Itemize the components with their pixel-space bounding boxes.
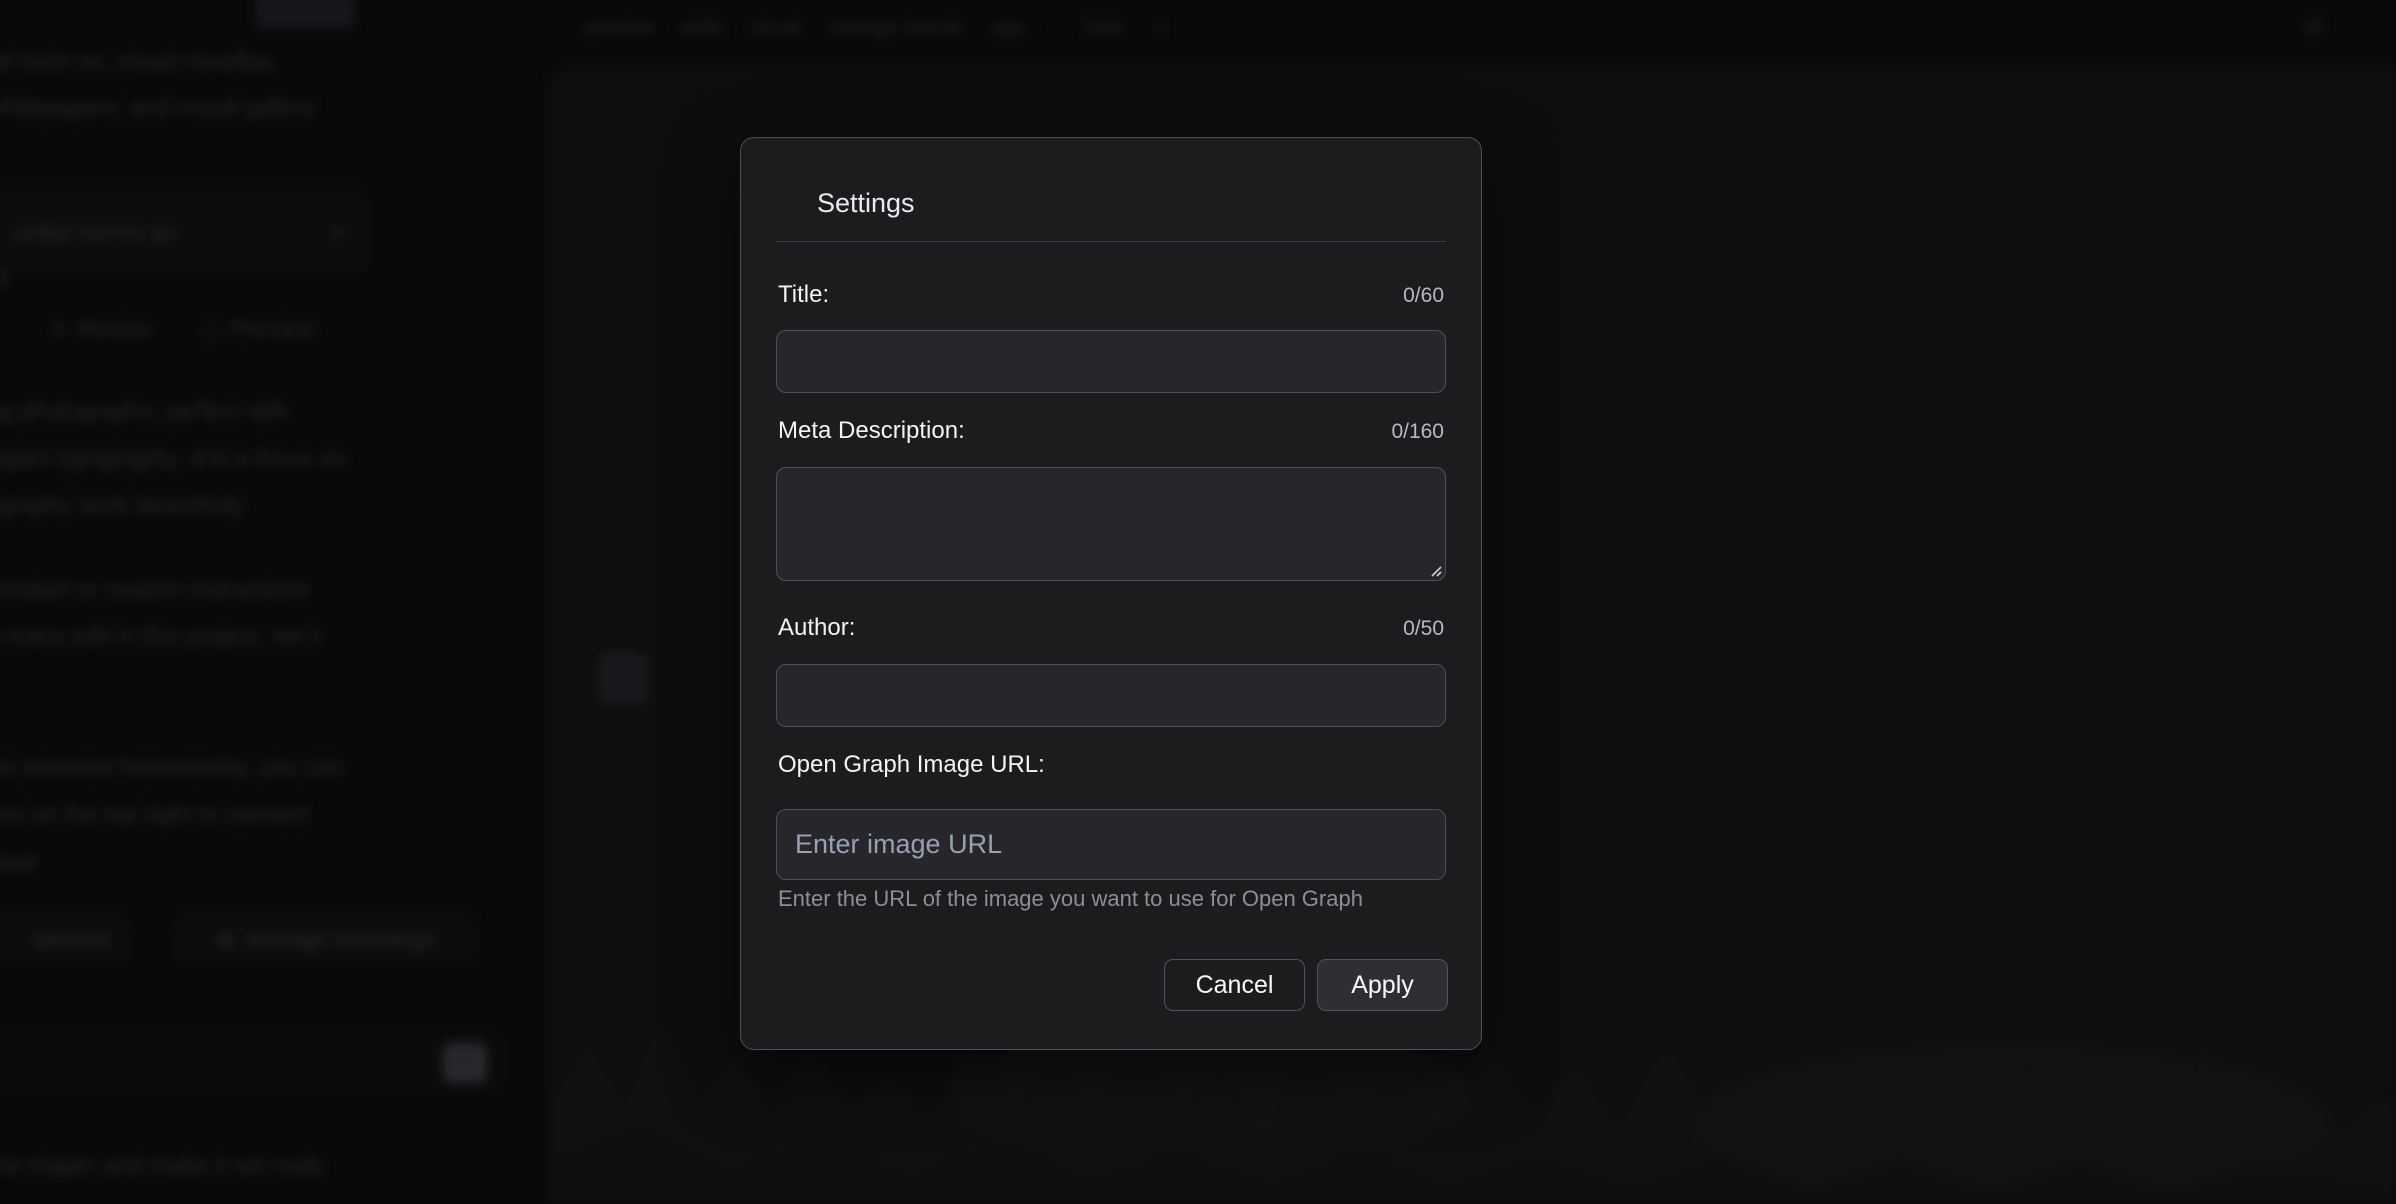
og-image-url-input[interactable] bbox=[776, 809, 1446, 880]
apply-button[interactable]: Apply bbox=[1317, 959, 1448, 1011]
author-counter: 0/50 bbox=[1403, 617, 1444, 641]
author-input[interactable] bbox=[776, 664, 1446, 727]
app-root: preview skills visual manage brands app … bbox=[0, 0, 2396, 1204]
modal-title: Settings bbox=[817, 188, 915, 219]
meta-description-label: Meta Description: bbox=[778, 417, 965, 445]
cancel-button[interactable]: Cancel bbox=[1164, 959, 1305, 1011]
title-input[interactable] bbox=[776, 330, 1446, 393]
author-label: Author: bbox=[778, 614, 855, 642]
divider bbox=[776, 241, 1446, 242]
og-image-url-helper-text: Enter the URL of the image you want to u… bbox=[778, 886, 1363, 912]
og-image-url-label: Open Graph Image URL: bbox=[778, 751, 1045, 779]
title-counter: 0/60 bbox=[1403, 284, 1444, 308]
title-label: Title: bbox=[778, 281, 829, 309]
meta-description-textarea[interactable] bbox=[776, 467, 1446, 581]
meta-description-counter: 0/160 bbox=[1391, 420, 1444, 444]
settings-modal: Settings Title: 0/60 Meta Description: 0… bbox=[740, 137, 1482, 1050]
